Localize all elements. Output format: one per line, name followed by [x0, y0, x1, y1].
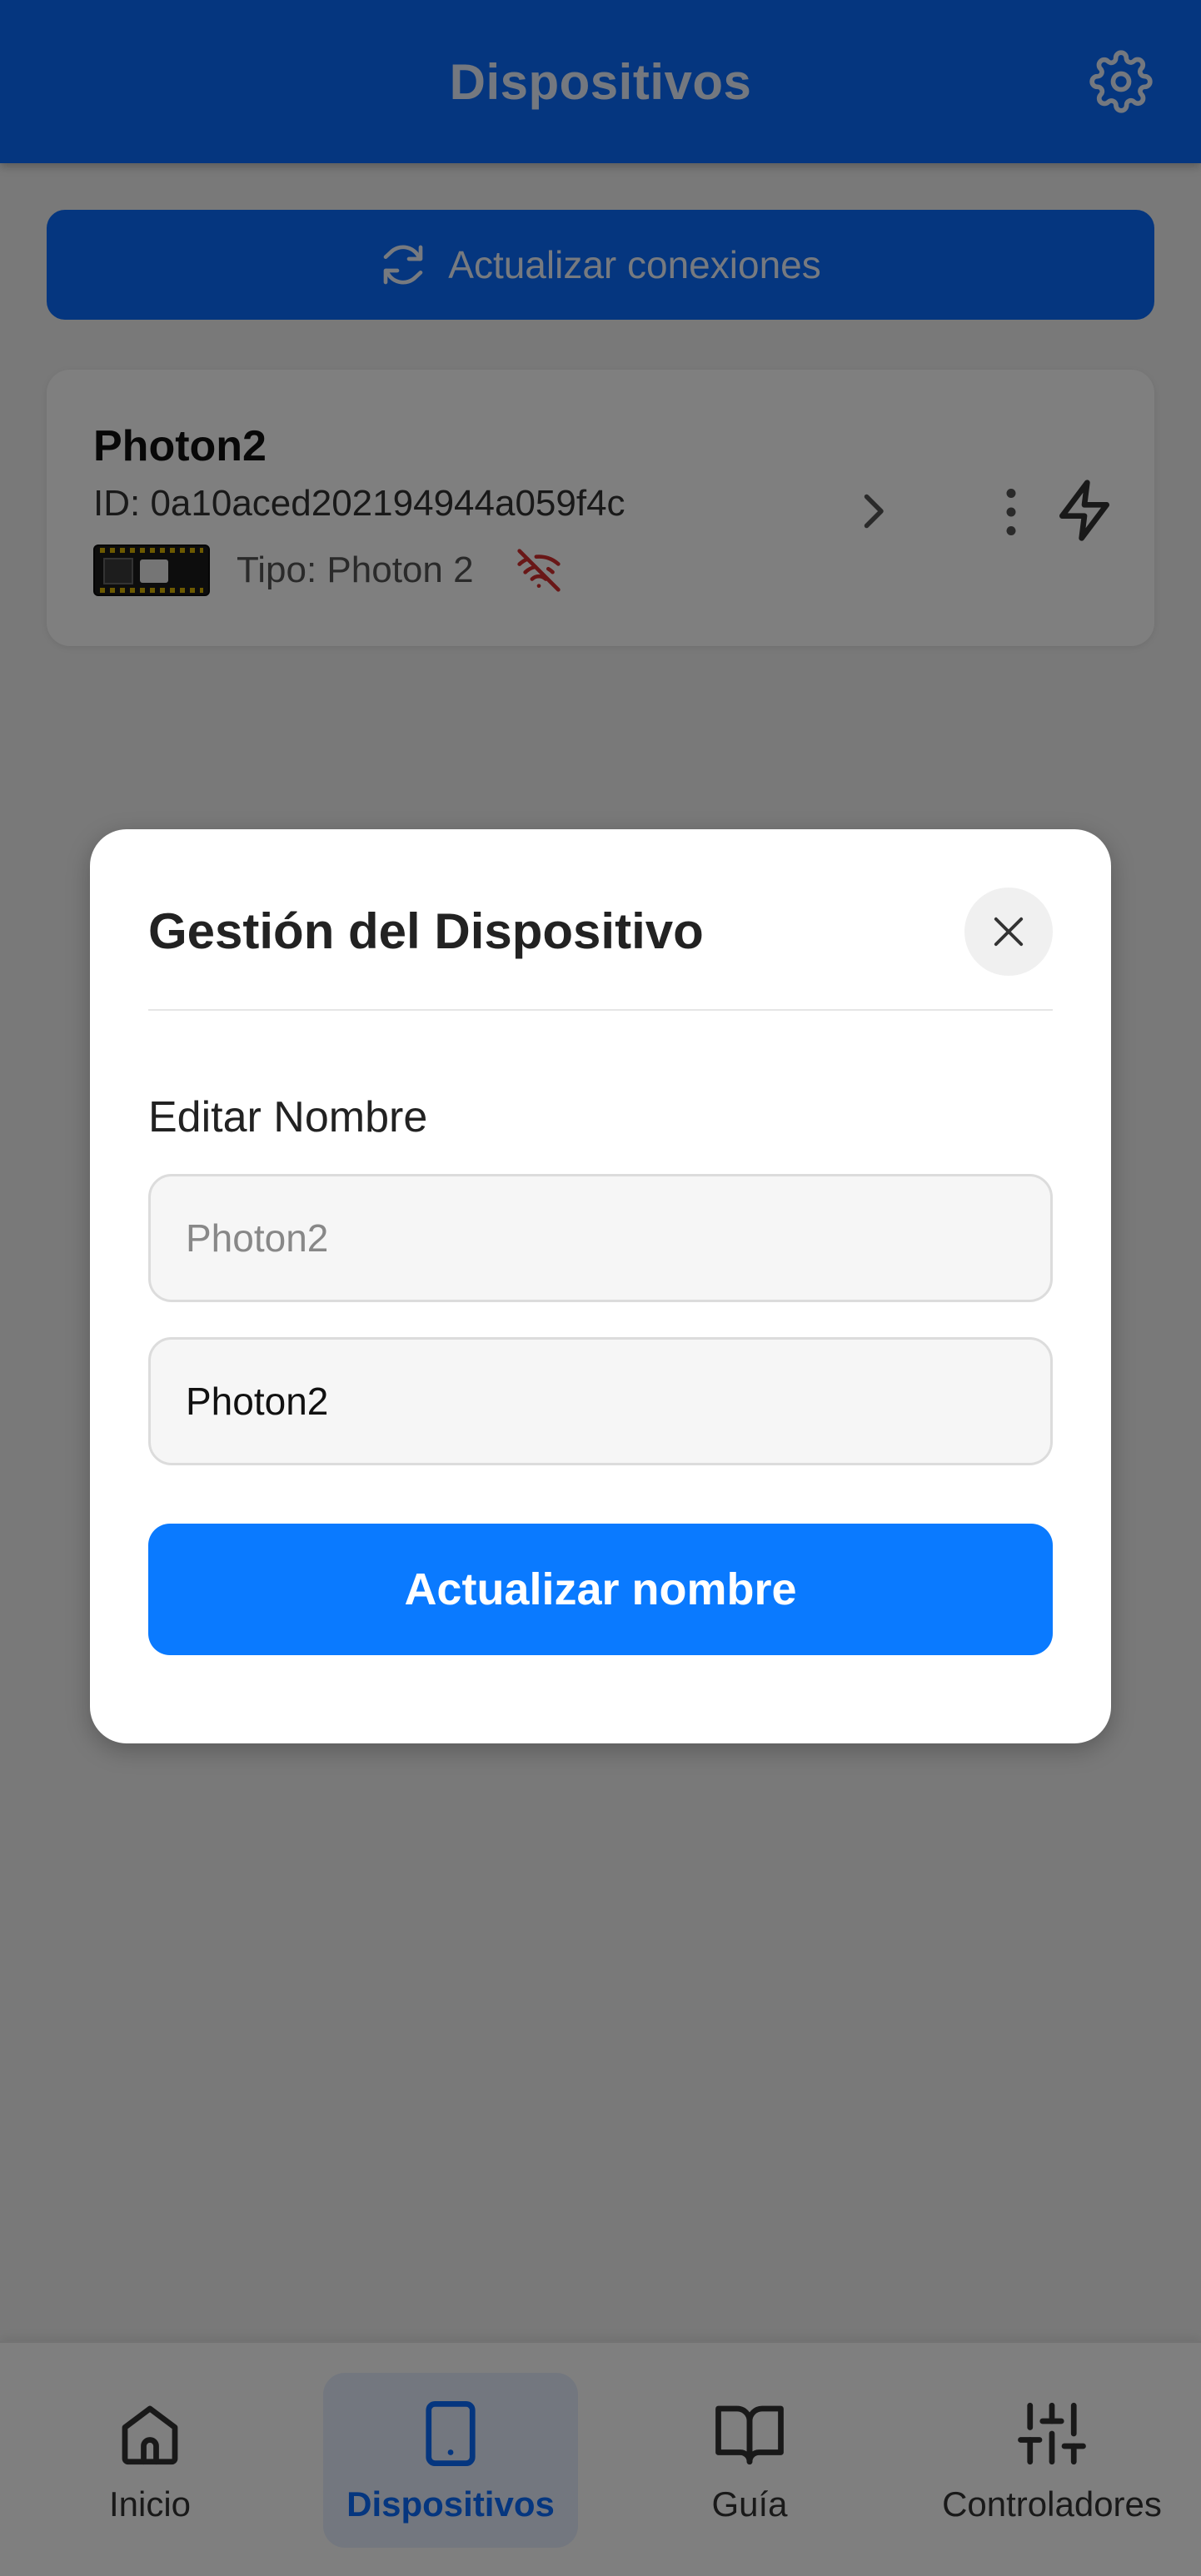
device-name-input[interactable]	[148, 1337, 1053, 1465]
update-name-label: Actualizar nombre	[404, 1564, 797, 1614]
device-name-placeholder-input[interactable]	[148, 1174, 1053, 1302]
app-root: Dispositivos Actualizar conexiones Photo…	[0, 0, 1201, 2576]
update-name-button[interactable]: Actualizar nombre	[148, 1524, 1053, 1655]
device-management-modal: Gestión del Dispositivo Editar Nombre Ac…	[90, 829, 1111, 1743]
modal-title: Gestión del Dispositivo	[148, 903, 704, 959]
close-icon	[994, 917, 1024, 947]
modal-divider	[148, 1009, 1053, 1011]
edit-name-label: Editar Nombre	[148, 1093, 428, 1141]
modal-close-button[interactable]	[964, 888, 1053, 976]
